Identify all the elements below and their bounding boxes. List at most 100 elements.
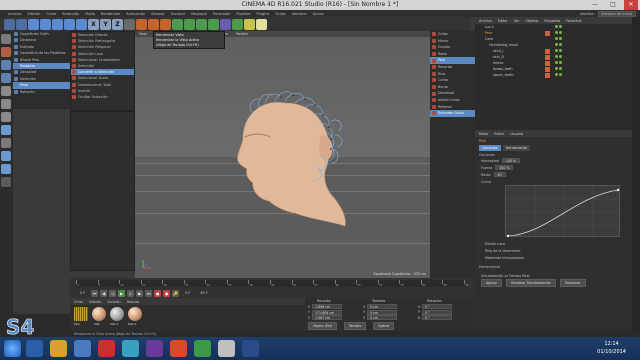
menu-personaje[interactable]: Personaje (213, 12, 231, 16)
undo-icon[interactable] (4, 18, 15, 30)
list-item[interactable]: Escalar (430, 44, 475, 51)
go-to-start-icon[interactable]: ⏮ (91, 289, 99, 297)
recent-tool-icon[interactable] (76, 18, 87, 30)
realtime-update-field[interactable]: Actualización al Tiempo Real (479, 272, 629, 279)
play-icon[interactable]: ▶ (118, 289, 126, 297)
scale-icon[interactable] (52, 18, 63, 30)
edges-mode-icon[interactable] (1, 99, 11, 109)
mat-menu-funcion[interactable]: Función (108, 300, 121, 304)
menu-archivo[interactable]: Archivo (8, 12, 21, 16)
previous-key-icon[interactable]: ◀ (100, 289, 108, 297)
list-item[interactable]: Rotar (430, 51, 475, 58)
deformer-icon[interactable] (220, 18, 231, 30)
timeline-ruler[interactable]: 0 5 10 15 20 25 30 35 40 45 50 55 60 65 70 75 80 85 90 (76, 280, 469, 287)
layout-dropdown[interactable]: Entorno de Inicio (597, 10, 636, 17)
photoshop-icon[interactable] (146, 340, 163, 357)
material-swatch[interactable] (128, 307, 142, 321)
checkbox-pelo-geometria[interactable]: Pelo de la Geometría (479, 247, 629, 254)
planar-workplane-icon[interactable] (1, 177, 11, 187)
start-button-icon[interactable] (4, 340, 21, 357)
live-selection-icon[interactable] (28, 18, 39, 30)
checkbox-dividir-lazo[interactable]: Dividir Lazo (479, 240, 629, 247)
mat-menu-edicion[interactable]: Edición (89, 300, 101, 304)
menu-edicion[interactable]: Edición (27, 12, 40, 16)
timeline-current-frame[interactable]: 0 F (181, 291, 194, 295)
snapping-icon[interactable] (1, 151, 11, 161)
locked-workplane-icon[interactable] (1, 164, 11, 174)
size-mode-dropdown[interactable]: Tamaño (344, 321, 367, 330)
radius-input[interactable]: 40 (493, 172, 506, 177)
cube-icon[interactable] (172, 18, 183, 30)
pen-icon[interactable] (184, 18, 195, 30)
coordinate-mode-dropdown[interactable]: Objeto (Rel) (308, 321, 337, 330)
polygons-mode-icon[interactable] (1, 112, 11, 122)
menu-esculpir[interactable]: Esculpir (171, 12, 185, 16)
om-menu-editar[interactable]: Editar (498, 19, 508, 23)
menu-mograph[interactable]: Mograph (191, 12, 207, 16)
menu-ayuda[interactable]: Ayuda (313, 12, 324, 16)
mat-menu-crear[interactable]: Crear (74, 300, 83, 304)
internet-explorer-icon[interactable] (26, 340, 43, 357)
workplane-icon[interactable] (1, 73, 11, 83)
maximize-button[interactable]: □ (606, 0, 620, 10)
render-view-icon[interactable] (136, 18, 147, 30)
light-icon[interactable] (256, 18, 267, 30)
om-menu-objetos[interactable]: Objetos (525, 19, 538, 23)
intensity-input[interactable]: 100 % (501, 158, 520, 163)
material-swatch-skin[interactable] (92, 307, 106, 321)
go-to-end-icon[interactable]: ⏭ (145, 289, 153, 297)
after-effects-icon[interactable] (194, 340, 211, 357)
menu-pipeline[interactable]: Pipeline (236, 12, 250, 16)
list-item-selected[interactable]: Extender Guías (430, 110, 475, 117)
list-item[interactable]: Recortar (430, 64, 475, 71)
render-picture-viewer-icon[interactable] (148, 18, 159, 30)
menu-ventana[interactable]: Ventana (292, 12, 307, 16)
tweak-mode-icon[interactable] (1, 138, 11, 148)
panel-tabs-strip[interactable] (632, 17, 640, 331)
scene-icon[interactable] (232, 18, 243, 30)
camera-icon[interactable] (244, 18, 255, 30)
size-x-input[interactable]: 0 cm (367, 304, 397, 310)
material-swatch[interactable] (110, 307, 124, 321)
material-swatch-hair[interactable] (74, 307, 88, 321)
record-icon[interactable]: ● (154, 289, 162, 297)
am-menu-usuario[interactable]: Usuario (510, 132, 523, 136)
render-settings-icon[interactable] (160, 18, 171, 30)
rotation-p-input[interactable]: 0 ° (422, 309, 452, 315)
previous-frame-icon[interactable]: ◁ (109, 289, 117, 297)
menu-malla[interactable]: Malla (85, 12, 95, 16)
3d-viewport[interactable]: Vista Cámaras Mostrar Opciones Filtro Pa… (135, 31, 430, 278)
menu-animacion[interactable]: Animación (126, 12, 145, 16)
menu-script[interactable]: Script (275, 12, 285, 16)
media-player-icon[interactable] (74, 340, 91, 357)
position-x-input[interactable]: 1.696 cm (312, 304, 342, 310)
apply-button[interactable]: Aplicar (481, 279, 502, 287)
size-z-input[interactable]: 0 cm (367, 315, 397, 321)
coordinate-system-icon[interactable] (124, 18, 135, 30)
om-menu-ver[interactable]: Ver (514, 19, 520, 23)
file-explorer-icon[interactable] (50, 340, 67, 357)
position-y-input[interactable]: 171.609 cm (312, 309, 342, 315)
list-item[interactable]: Rotación (13, 89, 70, 95)
axis-x-button[interactable]: X (88, 18, 99, 30)
restore-button[interactable]: Restaurar (560, 279, 586, 287)
tab-herramienta[interactable]: Herramienta (502, 145, 531, 151)
om-menu-etiquetas[interactable]: Etiquetas (544, 19, 560, 23)
list-item[interactable]: Densidad (430, 90, 475, 97)
redo-icon[interactable] (16, 18, 27, 30)
list-item[interactable]: Guías (430, 31, 475, 38)
menu-item[interactable]: Ocultar Selección (71, 94, 134, 100)
checkbox-mantener-interpolacion[interactable]: Mantener Interpolación (479, 254, 629, 261)
strength-input[interactable]: 100 % (495, 165, 514, 170)
list-item[interactable]: Rellenar (430, 104, 475, 111)
texture-mode-icon[interactable] (1, 60, 11, 70)
om-menu-archivo[interactable]: Archivo (479, 19, 492, 23)
close-button[interactable]: ✕ (624, 0, 638, 10)
menu-crear[interactable]: Crear (46, 12, 56, 16)
array-icon[interactable] (208, 18, 219, 30)
menu-simular[interactable]: Simular (151, 12, 165, 16)
timeline-start-frame[interactable]: 0 F (76, 291, 89, 295)
system-clock[interactable]: 12:14 01/10/2014 (597, 340, 626, 356)
list-item[interactable]: Mover (430, 38, 475, 45)
am-menu-modo[interactable]: Modo (479, 132, 488, 136)
